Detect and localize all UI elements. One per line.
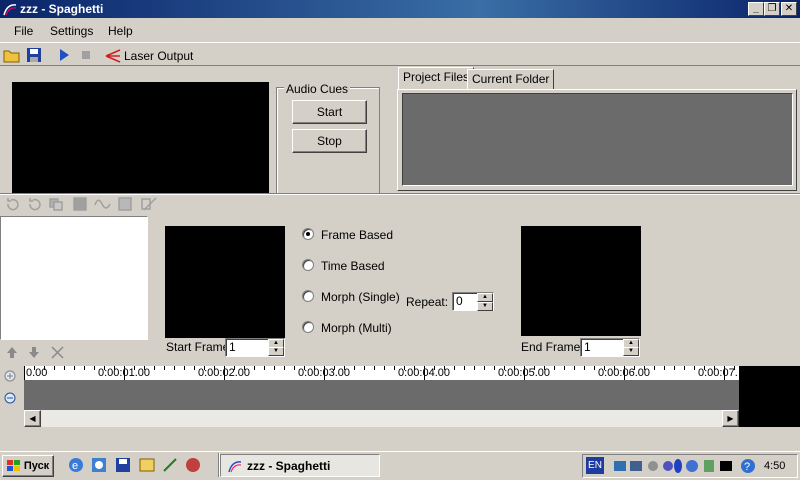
laser-icon[interactable] [104,46,122,64]
restore-button[interactable]: ❐ [764,2,780,16]
start-frame-label: Start Frame: [166,340,233,354]
radio-time-based[interactable] [302,259,314,271]
taskbar-task-button[interactable]: zzz - Spaghetti [220,454,380,477]
tick-label: 0:00:05.00 [498,367,550,379]
repeat-label: Repeat: [406,295,449,309]
radio-morph-multi[interactable] [302,321,314,333]
menu-help[interactable]: Help [108,24,133,38]
start-frame-preview [165,226,285,338]
minimize-button[interactable]: _ [748,2,764,16]
scroll-right-button[interactable]: ▶ [722,410,739,427]
save-icon[interactable] [25,46,43,64]
app-icon [228,460,242,472]
menu-settings[interactable]: Settings [50,24,93,38]
radio-frame-based[interactable] [302,228,314,240]
tab-project-files[interactable]: Project Files [398,67,475,90]
end-frame-label: End Frame: [521,340,584,354]
timeline-preview [739,366,800,427]
app-icon [3,4,17,16]
radio-frame-based-label: Frame Based [321,228,394,242]
repeat-down-button[interactable]: ▼ [477,302,493,311]
tick-label: 0:00:03.00 [298,367,350,379]
timeline-scrollbar[interactable] [24,410,739,427]
effects-toolbar [7,197,157,211]
scroll-left-button[interactable]: ◀ [24,410,41,427]
window-title: zzz - Spaghetti [20,2,104,16]
start-cue-button[interactable]: Start [292,100,367,124]
stop-cue-button[interactable]: Stop [292,129,367,153]
divider [0,193,800,195]
play-icon[interactable] [55,46,73,64]
title-bar[interactable] [0,0,800,18]
radio-time-based-label: Time Based [321,259,385,273]
timeline-track[interactable] [24,380,739,410]
open-folder-icon[interactable] [3,46,21,64]
end-frame-preview [521,226,641,336]
repeat-up-button[interactable]: ▲ [477,293,493,302]
tick-label: 0.00 [26,367,48,379]
radio-morph-single-label: Morph (Single) [321,290,400,304]
menu-file[interactable]: File [14,24,33,38]
laser-output-label[interactable]: Laser Output [124,49,193,63]
svg-text:?: ? [744,461,750,473]
tick-label: 0:00:04.00 [398,367,450,379]
tray-icons[interactable]: ? [612,456,757,476]
list-controls [7,346,64,359]
audio-cues-label: Audio Cues [284,82,351,96]
stop-icon[interactable] [77,46,95,64]
project-files-list[interactable] [402,93,793,186]
start-frame-down-button[interactable]: ▼ [268,347,284,356]
radio-morph-multi-label: Morph (Multi) [321,321,392,335]
tick-label: 0:00:07.0 [698,367,738,379]
zoom-controls [4,370,16,404]
tab-current-folder[interactable]: Current Folder [467,69,555,90]
start-label: Пуск [23,460,50,472]
close-button[interactable]: ✕ [781,2,797,16]
end-frame-down-button[interactable]: ▼ [623,347,639,356]
clock: 4:50 [764,460,786,472]
svg-text:e: e [72,460,78,472]
taskbar-task-label: zzz - Spaghetti [247,458,331,473]
quick-launch-icons[interactable]: e [66,455,212,475]
tick-label: 0:00:06.00 [598,367,650,379]
start-button[interactable]: Пуск [2,455,54,477]
preview-display [12,82,269,193]
windows-logo-icon [6,460,20,471]
frame-list[interactable] [0,216,148,340]
radio-morph-single[interactable] [302,290,314,302]
language-indicator[interactable]: EN [586,457,604,474]
tick-label: 0:00:02.00 [198,367,250,379]
tick-label: 0:00:01.00 [98,367,150,379]
